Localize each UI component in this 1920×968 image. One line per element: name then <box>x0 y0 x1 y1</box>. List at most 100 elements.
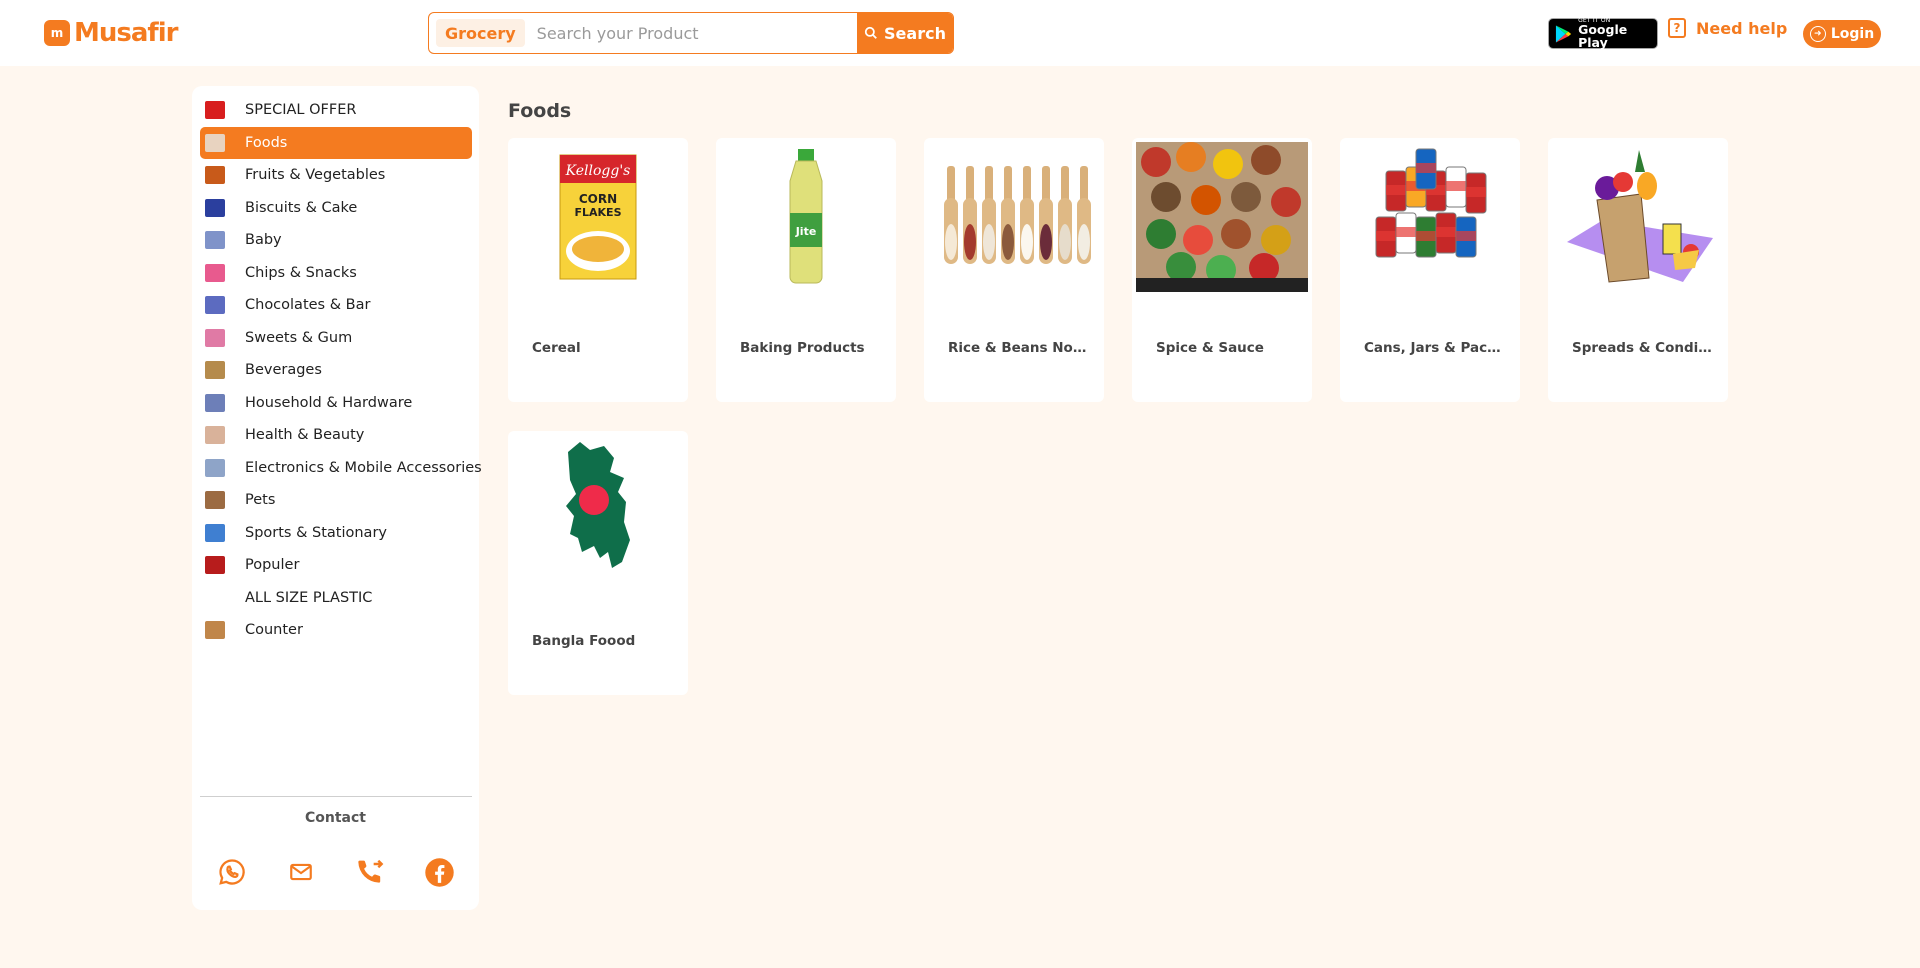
sidebar-item[interactable]: Electronics & Mobile Accessories <box>200 452 482 485</box>
sidebar-item[interactable]: Fruits & Vegetables <box>200 159 472 192</box>
category-card-image <box>1344 142 1516 292</box>
category-thumbnail <box>205 263 225 282</box>
logo-text: Musafir <box>74 18 178 48</box>
category-card-label: Bangla Foood <box>532 633 636 649</box>
category-thumbnail <box>205 296 225 315</box>
sidebar-item[interactable]: Chocolates & Bar <box>200 289 472 322</box>
need-help-link[interactable]: ? Need help <box>1668 18 1787 38</box>
sidebar-item[interactable]: Foods <box>200 126 472 159</box>
google-play-icon <box>1555 24 1572 43</box>
sidebar-item-label: Sports & Stationary <box>245 524 387 541</box>
sidebar-divider <box>200 796 472 797</box>
sidebar-item-label: Health & Beauty <box>245 427 365 444</box>
search-button[interactable]: Search <box>857 13 953 53</box>
sidebar-item[interactable]: Baby <box>200 224 472 257</box>
category-card-image <box>512 435 684 585</box>
category-card-image <box>928 142 1100 292</box>
sidebar-item[interactable]: Beverages <box>200 354 472 387</box>
category-card[interactable]: Rice & Beans Noo... <box>924 138 1104 402</box>
category-thumbnail <box>205 556 225 575</box>
search-bar: Grocery Search <box>428 12 954 54</box>
help-icon: ? <box>1668 18 1686 38</box>
sidebar-item-label: Baby <box>245 232 282 249</box>
category-thumbnail <box>205 101 225 120</box>
svg-text:CORN: CORN <box>579 192 617 206</box>
whatsapp-icon[interactable] <box>216 856 248 888</box>
search-icon <box>864 26 877 39</box>
sidebar-item[interactable]: Populer <box>200 549 472 582</box>
facebook-icon[interactable] <box>424 856 456 888</box>
sidebar-item[interactable]: Sweets & Gum <box>200 322 472 355</box>
category-thumbnail <box>205 426 225 445</box>
category-list: SPECIAL OFFER Foods Fruits & Vegetables Bis… <box>200 94 482 647</box>
login-icon: ➜ <box>1809 26 1826 42</box>
category-card-label: Baking Products <box>740 340 865 356</box>
category-card[interactable]: Spreads & Condi... <box>1548 138 1728 402</box>
sidebar-item-label: Electronics & Mobile Accessories <box>245 459 482 476</box>
search-button-label: Search <box>884 23 946 43</box>
sidebar-item[interactable]: Chips & Snacks <box>200 257 472 290</box>
sidebar-item[interactable]: Biscuits & Cake <box>200 192 472 225</box>
category-thumbnail <box>205 328 225 347</box>
category-card-label: Rice & Beans Noo... <box>948 340 1088 356</box>
sidebar-item-label: Foods <box>245 134 288 151</box>
svg-text:Kellogg's: Kellogg's <box>565 163 631 179</box>
category-card[interactable]: Kellogg's CORN FLAKES Cereal <box>508 138 688 402</box>
sidebar-item-label: ALL SIZE PLASTIC <box>245 589 373 606</box>
sidebar-item-label: Biscuits & Cake <box>245 199 358 216</box>
top-header: m Musafir Grocery Search GET IT ON Googl… <box>0 0 1920 66</box>
sidebar-item[interactable]: Pets <box>200 484 472 517</box>
sidebar-item-label: Beverages <box>245 362 322 379</box>
login-button[interactable]: ➜ Login <box>1803 20 1881 48</box>
sidebar-item[interactable]: Health & Beauty <box>200 419 472 452</box>
sidebar-item-label: Fruits & Vegetables <box>245 167 386 184</box>
category-thumbnail <box>205 198 225 217</box>
category-thumbnail <box>205 166 225 185</box>
category-card[interactable]: Bangla Foood <box>508 431 688 695</box>
category-thumbnail <box>205 231 225 250</box>
svg-text:FLAKES: FLAKES <box>575 206 622 219</box>
category-thumbnail <box>205 621 225 640</box>
sidebar-item[interactable]: Counter <box>200 614 472 647</box>
category-sidebar: SPECIAL OFFER Foods Fruits & Vegetables Bis… <box>192 86 482 910</box>
svg-text:Jite: Jite <box>795 225 817 238</box>
category-thumbnail <box>205 133 225 152</box>
category-thumbnail <box>205 523 225 542</box>
category-card-image: Kellogg's CORN FLAKES <box>512 142 684 292</box>
search-category-selector[interactable]: Grocery <box>436 19 525 47</box>
sidebar-item-label: Chips & Snacks <box>245 264 357 281</box>
brand-logo[interactable]: m Musafir <box>44 18 178 48</box>
sidebar-item[interactable]: SPECIAL OFFER <box>200 94 472 127</box>
sidebar-item[interactable]: Sports & Stationary <box>200 517 472 550</box>
phone-forward-icon[interactable] <box>355 856 387 888</box>
sidebar-item-label: Household & Hardware <box>245 394 413 411</box>
email-icon[interactable] <box>285 856 317 888</box>
category-card[interactable]: Jite Baking Products <box>716 138 896 402</box>
google-play-big-text: Google Play <box>1578 22 1628 50</box>
contact-title: Contact <box>305 810 366 826</box>
category-card-label: Cereal <box>532 340 581 356</box>
category-card-label: Spice & Sauce <box>1156 340 1264 356</box>
category-thumbnail <box>205 393 225 412</box>
search-input[interactable] <box>524 13 857 53</box>
category-thumbnail <box>205 361 225 380</box>
sidebar-item-label: Counter <box>245 622 303 639</box>
contact-icons <box>216 856 456 888</box>
page-title: Foods <box>508 100 572 122</box>
category-card-image <box>1552 142 1724 292</box>
category-card[interactable]: Cans, Jars & Pack... <box>1340 138 1520 402</box>
sidebar-item[interactable]: ALL SIZE PLASTIC <box>200 582 472 615</box>
google-play-badge[interactable]: GET IT ON Google Play <box>1548 18 1658 49</box>
sidebar-item[interactable]: Household & Hardware <box>200 387 472 420</box>
sidebar-item-label: Populer <box>245 557 300 574</box>
login-label: Login <box>1830 26 1875 42</box>
category-card[interactable]: Spice & Sauce <box>1132 138 1312 402</box>
category-card-image: Jite <box>720 142 892 292</box>
logo-mark-icon: m <box>44 20 70 46</box>
need-help-label: Need help <box>1696 18 1788 38</box>
category-card-label: Cans, Jars & Pack... <box>1364 340 1504 356</box>
category-card-label: Spreads & Condi... <box>1572 340 1712 356</box>
sidebar-item-label: Sweets & Gum <box>245 329 353 346</box>
category-card-image <box>1136 142 1308 292</box>
category-thumbnail <box>205 458 225 477</box>
